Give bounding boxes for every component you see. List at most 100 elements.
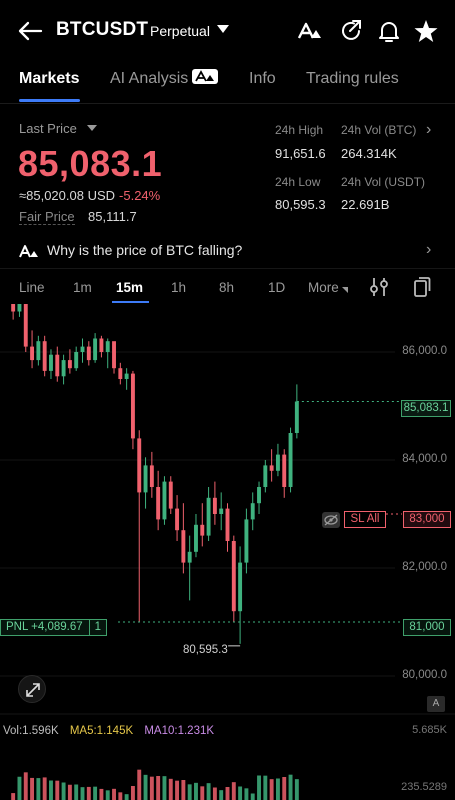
back-arrow-icon[interactable] (16, 17, 44, 45)
fair-price-value: 85,111.7 (88, 209, 137, 224)
ai-assistant-icon (19, 245, 38, 258)
candle-body (175, 508, 180, 531)
volume-bar (200, 786, 205, 800)
main-tabs: Markets AI Analysis Info Trading rules (0, 60, 455, 104)
tab-ai-analysis-label: AI Analysis (110, 70, 189, 87)
interval-15m[interactable]: 15m (116, 280, 143, 295)
volume-bar (187, 784, 192, 800)
interval-more-label: More (308, 280, 339, 295)
volume-bar (124, 794, 129, 800)
candle-body (30, 346, 35, 361)
volume-bar (137, 769, 142, 800)
change-percent: -5.24% (119, 188, 161, 203)
ai-question-row[interactable]: Why is the price of BTC falling? › (0, 233, 455, 269)
y-tick-label: 80,000.0 (402, 669, 447, 681)
candle-body (74, 352, 79, 369)
candle-body (282, 454, 287, 487)
candle-body (137, 438, 142, 493)
candle-body (194, 524, 198, 552)
candle-body (112, 341, 116, 369)
volume-ma5: MA5:1.145K (69, 725, 134, 737)
symbol-title[interactable]: BTCUSDT (56, 19, 148, 41)
candle-body (124, 373, 129, 379)
expand-fullscreen-icon[interactable] (18, 675, 46, 703)
candle-body (80, 346, 85, 352)
current-price-tag: 85,083.1 (401, 400, 451, 417)
high-label: 24h High (275, 123, 324, 137)
volume-bar (23, 772, 28, 800)
vol-btc-label: 24h Vol (BTC) (341, 123, 417, 137)
candle-body (250, 503, 255, 520)
candle-body (294, 401, 299, 433)
volume-value: Vol:1.596K (3, 725, 59, 737)
vol-btc-value: 264.314K (341, 146, 397, 161)
volume-bar (294, 779, 299, 800)
volume-bar (194, 782, 198, 800)
share-refresh-icon[interactable] (338, 18, 364, 44)
interval-bar: Line 1m 15m 1h 8h 1D More (0, 270, 455, 304)
candle-body (93, 338, 98, 361)
candle-body (105, 341, 110, 352)
contract-type[interactable]: Perpetual (150, 23, 210, 39)
chevron-right-icon: › (426, 241, 432, 258)
volume-bar (263, 775, 268, 800)
usd-equivalent: ≈85,020.08 USD -5.24% (19, 188, 160, 203)
tab-trading-rules[interactable]: Trading rules (306, 70, 399, 88)
period-low-marker: 80,595.3 (183, 644, 228, 656)
tab-markets[interactable]: Markets (19, 70, 79, 88)
volume-bar (61, 782, 66, 800)
candle-body (49, 354, 53, 371)
candle-body (200, 524, 205, 536)
chevron-right-icon[interactable]: › (426, 121, 431, 139)
copy-icon[interactable] (413, 276, 431, 298)
candle-body (288, 433, 293, 487)
volume-legend: Vol:1.596K MA5:1.145K MA10:1.231K (3, 725, 222, 737)
candle-body (149, 465, 154, 487)
candle-body (225, 508, 230, 541)
interval-more[interactable]: More (308, 280, 348, 295)
tab-ai-analysis[interactable]: AI Analysis (110, 69, 219, 88)
candle-body (244, 519, 249, 563)
tab-info[interactable]: Info (249, 70, 276, 88)
volume-bar (149, 776, 154, 800)
volume-bar (257, 775, 261, 800)
volume-bar (162, 776, 167, 800)
star-icon[interactable] (413, 18, 439, 44)
interval-line[interactable]: Line (19, 280, 45, 295)
volume-bar (86, 786, 91, 800)
interval-1d[interactable]: 1D (268, 280, 285, 295)
eye-off-icon[interactable] (322, 512, 340, 528)
vol-usdt-value: 22.691B (341, 197, 390, 212)
caret-down-icon[interactable] (87, 125, 97, 131)
volume-bar (175, 780, 180, 800)
volume-bar (238, 786, 243, 800)
bell-icon[interactable] (376, 18, 402, 44)
volume-bar (30, 777, 35, 800)
interval-1m[interactable]: 1m (73, 280, 92, 295)
candle-body (61, 360, 66, 377)
interval-8h[interactable]: 8h (219, 280, 234, 295)
candle-body (156, 487, 161, 520)
position-pnl-tag[interactable]: PNL +4,089.67 1 (0, 619, 108, 636)
pnl-value: PNL +4,089.67 (6, 621, 83, 633)
volume-bar (206, 783, 211, 800)
volume-bar (93, 786, 98, 800)
ai-badge-icon (192, 69, 219, 85)
ai-assistant-icon[interactable] (297, 18, 323, 44)
position-quantity: 1 (88, 620, 101, 635)
chevron-down-icon[interactable] (217, 25, 229, 33)
fair-price-label[interactable]: Fair Price (19, 209, 75, 225)
auto-scale-button[interactable]: A (427, 696, 445, 712)
candle-body (181, 530, 186, 563)
usd-value: ≈85,020.08 USD (19, 188, 116, 203)
volume-bar (17, 776, 22, 800)
interval-1h[interactable]: 1h (171, 280, 186, 295)
last-price-label[interactable]: Last Price (19, 121, 77, 136)
volume-axis-min: 235.5289 (401, 781, 447, 793)
candle-body (42, 341, 47, 371)
volume-bar (80, 787, 85, 800)
candle-body (86, 346, 91, 361)
candle-body (187, 551, 192, 563)
indicator-settings-icon[interactable] (370, 276, 388, 298)
stop-loss-tag[interactable]: SL All (344, 511, 386, 528)
